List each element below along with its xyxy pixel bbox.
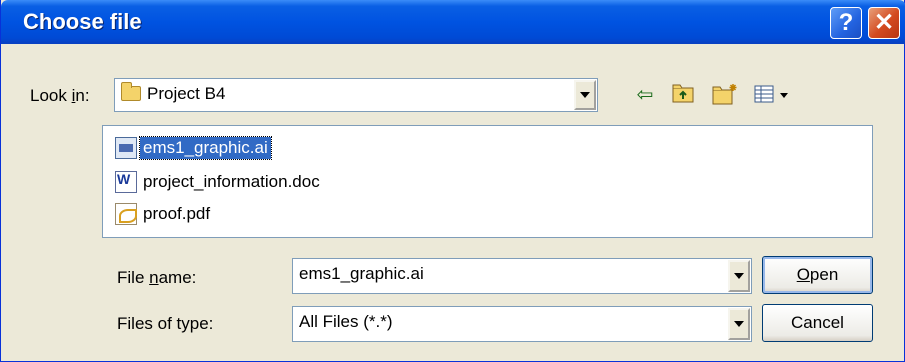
file-item-ems1-graphic[interactable]: ems1_graphic.ai [115,134,272,162]
help-button[interactable]: ? [830,7,862,39]
title-bar[interactable]: Choose file ? ✕ [1,0,905,44]
file-name: proof.pdf [143,204,211,223]
up-folder-icon[interactable] [671,83,695,107]
file-type-dropdown-arrow[interactable] [728,308,750,340]
look-in-dropdown-arrow[interactable] [574,80,596,110]
file-type-dropdown[interactable]: All Files (*.*) [292,306,752,342]
file-item-proof[interactable]: proof.pdf [115,200,213,228]
cancel-button[interactable]: Cancel [762,304,873,342]
file-type-value: All Files (*.*) [299,312,393,331]
file-name-input[interactable]: ems1_graphic.ai [299,264,424,284]
look-in-label: Look in: [30,86,90,105]
file-item-project-information[interactable]: project_information.doc [115,168,323,196]
look-in-dropdown[interactable]: Project B4 [114,78,598,112]
look-in-value: Project B4 [121,82,225,104]
file-list[interactable]: ems1_graphic.ai project_information.doc … [102,125,873,238]
file-name-label: File name: [117,268,197,287]
choose-file-dialog: Choose file ? ✕ Look in: Project B4 ⇦ em… [0,0,905,362]
new-folder-icon[interactable] [712,83,737,107]
view-menu-icon[interactable] [753,83,793,107]
close-button[interactable]: ✕ [868,7,900,39]
back-arrow-icon[interactable]: ⇦ [633,83,657,107]
open-button[interactable]: Open [762,256,873,294]
illustrator-file-icon [115,137,137,159]
file-name-combo[interactable]: ems1_graphic.ai [292,258,752,294]
file-name: ems1_graphic.ai [139,136,272,160]
pdf-file-icon [115,203,137,225]
file-name: project_information.doc [143,172,320,191]
dialog-title: Choose file [23,9,142,34]
word-document-icon [115,171,137,193]
files-of-type-label: Files of type: [117,314,214,333]
folder-icon [121,82,141,101]
file-name-dropdown-arrow[interactable] [728,260,750,292]
